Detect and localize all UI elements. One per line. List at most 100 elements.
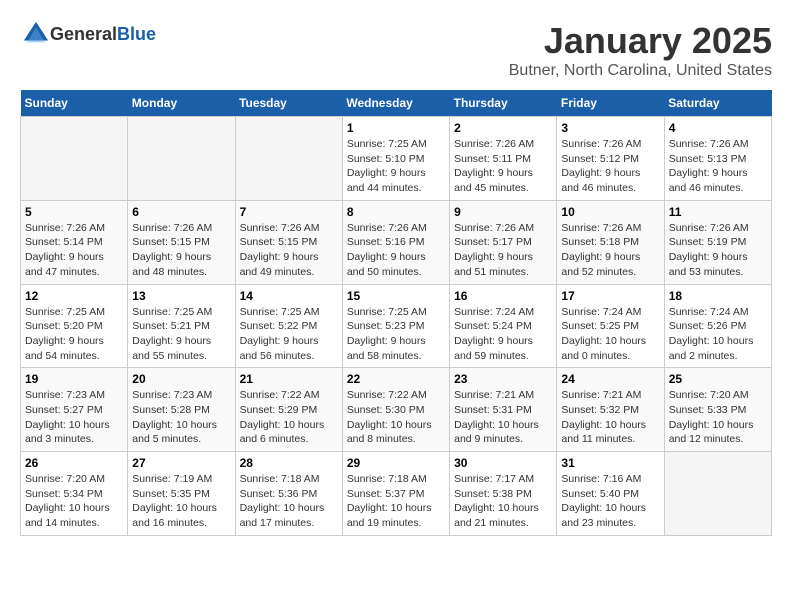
calendar-cell: 16Sunrise: 7:24 AM Sunset: 5:24 PM Dayli… bbox=[450, 284, 557, 368]
day-number: 13 bbox=[132, 289, 230, 303]
day-number: 27 bbox=[132, 456, 230, 470]
day-info: Sunrise: 7:26 AM Sunset: 5:16 PM Dayligh… bbox=[347, 221, 445, 280]
day-number: 31 bbox=[561, 456, 659, 470]
day-info: Sunrise: 7:20 AM Sunset: 5:34 PM Dayligh… bbox=[25, 472, 123, 531]
calendar-cell: 18Sunrise: 7:24 AM Sunset: 5:26 PM Dayli… bbox=[664, 284, 771, 368]
header-thursday: Thursday bbox=[450, 90, 557, 117]
day-number: 9 bbox=[454, 205, 552, 219]
day-number: 15 bbox=[347, 289, 445, 303]
day-number: 25 bbox=[669, 372, 767, 386]
calendar-cell bbox=[235, 117, 342, 201]
day-info: Sunrise: 7:26 AM Sunset: 5:14 PM Dayligh… bbox=[25, 221, 123, 280]
calendar-cell: 15 Sunrise: 7:25 AM Sunset: 5:23 PM Dayli… bbox=[342, 284, 449, 368]
calendar-cell: 25 Sunrise: 7:20 AM Sunset: 5:33 PM Dayli… bbox=[664, 368, 771, 452]
day-number: 30 bbox=[454, 456, 552, 470]
day-number: 21 bbox=[240, 372, 338, 386]
calendar-cell: 2 Sunrise: 7:26 AM Sunset: 5:11 PM Daylig… bbox=[450, 117, 557, 201]
logo-text-blue: Blue bbox=[117, 24, 156, 44]
calendar-cell: 10 Sunrise: 7:26 AM Sunset: 5:18 PM Dayli… bbox=[557, 200, 664, 284]
logo: GeneralBlue bbox=[20, 20, 156, 48]
calendar-cell: 22 Sunrise: 7:22 AM Sunset: 5:30 PM Dayli… bbox=[342, 368, 449, 452]
calendar-cell bbox=[21, 117, 128, 201]
calendar-cell: 30 Sunrise: 7:17 AM Sunset: 5:38 PM Dayli… bbox=[450, 452, 557, 536]
day-info: Sunrise: 7:21 AM Sunset: 5:32 PM Dayligh… bbox=[561, 388, 659, 447]
calendar-cell: 11Sunrise: 7:26 AM Sunset: 5:19 PM Dayli… bbox=[664, 200, 771, 284]
calendar-cell: 27 Sunrise: 7:19 AM Sunset: 5:35 PM Dayli… bbox=[128, 452, 235, 536]
day-number: 6 bbox=[132, 205, 230, 219]
calendar-week-2: 5 Sunrise: 7:26 AM Sunset: 5:14 PM Daylig… bbox=[21, 200, 772, 284]
day-info: Sunrise: 7:25 AM Sunset: 5:22 PM Dayligh… bbox=[240, 305, 338, 364]
day-number: 5 bbox=[25, 205, 123, 219]
calendar-cell: 9 Sunrise: 7:26 AM Sunset: 5:17 PM Daylig… bbox=[450, 200, 557, 284]
day-number: 1 bbox=[347, 121, 445, 135]
day-info: Sunrise: 7:26 AM Sunset: 5:19 PM Dayligh… bbox=[669, 221, 767, 280]
header-tuesday: Tuesday bbox=[235, 90, 342, 117]
calendar-cell: 1 Sunrise: 7:25 AM Sunset: 5:10 PM Daylig… bbox=[342, 117, 449, 201]
calendar-cell: 12 Sunrise: 7:25 AM Sunset: 5:20 PM Dayli… bbox=[21, 284, 128, 368]
day-info: Sunrise: 7:25 AM Sunset: 5:20 PM Dayligh… bbox=[25, 305, 123, 364]
header-monday: Monday bbox=[128, 90, 235, 117]
calendar-cell: 5 Sunrise: 7:26 AM Sunset: 5:14 PM Daylig… bbox=[21, 200, 128, 284]
calendar-cell: 31 Sunrise: 7:16 AM Sunset: 5:40 PM Dayli… bbox=[557, 452, 664, 536]
day-info: Sunrise: 7:26 AM Sunset: 5:13 PM Dayligh… bbox=[669, 137, 767, 196]
day-info: Sunrise: 7:16 AM Sunset: 5:40 PM Dayligh… bbox=[561, 472, 659, 531]
calendar-cell: 14 Sunrise: 7:25 AM Sunset: 5:22 PM Dayli… bbox=[235, 284, 342, 368]
day-number: 10 bbox=[561, 205, 659, 219]
day-info: Sunrise: 7:22 AM Sunset: 5:30 PM Dayligh… bbox=[347, 388, 445, 447]
day-number: 4 bbox=[669, 121, 767, 135]
day-info: Sunrise: 7:26 AM Sunset: 5:11 PM Dayligh… bbox=[454, 137, 552, 196]
day-number: 24 bbox=[561, 372, 659, 386]
calendar-subtitle: Butner, North Carolina, United States bbox=[509, 62, 772, 80]
day-info: Sunrise: 7:17 AM Sunset: 5:38 PM Dayligh… bbox=[454, 472, 552, 531]
day-info: Sunrise: 7:25 AM Sunset: 5:21 PM Dayligh… bbox=[132, 305, 230, 364]
calendar-cell: 6 Sunrise: 7:26 AM Sunset: 5:15 PM Daylig… bbox=[128, 200, 235, 284]
header-wednesday: Wednesday bbox=[342, 90, 449, 117]
calendar-cell: 24 Sunrise: 7:21 AM Sunset: 5:32 PM Dayli… bbox=[557, 368, 664, 452]
header: GeneralBlue January 2025 Butner, North C… bbox=[20, 20, 772, 80]
day-info: Sunrise: 7:23 AM Sunset: 5:28 PM Dayligh… bbox=[132, 388, 230, 447]
calendar-cell: 29Sunrise: 7:18 AM Sunset: 5:37 PM Dayli… bbox=[342, 452, 449, 536]
day-number: 14 bbox=[240, 289, 338, 303]
day-info: Sunrise: 7:25 AM Sunset: 5:10 PM Dayligh… bbox=[347, 137, 445, 196]
day-info: Sunrise: 7:20 AM Sunset: 5:33 PM Dayligh… bbox=[669, 388, 767, 447]
day-info: Sunrise: 7:26 AM Sunset: 5:12 PM Dayligh… bbox=[561, 137, 659, 196]
day-number: 20 bbox=[132, 372, 230, 386]
day-info: Sunrise: 7:26 AM Sunset: 5:15 PM Dayligh… bbox=[132, 221, 230, 280]
day-info: Sunrise: 7:26 AM Sunset: 5:15 PM Dayligh… bbox=[240, 221, 338, 280]
calendar-week-4: 19 Sunrise: 7:23 AM Sunset: 5:27 PM Dayli… bbox=[21, 368, 772, 452]
calendar-cell bbox=[664, 452, 771, 536]
day-number: 28 bbox=[240, 456, 338, 470]
calendar-cell: 26Sunrise: 7:20 AM Sunset: 5:34 PM Dayli… bbox=[21, 452, 128, 536]
calendar-cell: 7Sunrise: 7:26 AM Sunset: 5:15 PM Daylig… bbox=[235, 200, 342, 284]
calendar-cell: 28Sunrise: 7:18 AM Sunset: 5:36 PM Dayli… bbox=[235, 452, 342, 536]
day-info: Sunrise: 7:22 AM Sunset: 5:29 PM Dayligh… bbox=[240, 388, 338, 447]
day-number: 19 bbox=[25, 372, 123, 386]
day-info: Sunrise: 7:25 AM Sunset: 5:23 PM Dayligh… bbox=[347, 305, 445, 364]
day-info: Sunrise: 7:26 AM Sunset: 5:18 PM Dayligh… bbox=[561, 221, 659, 280]
logo-text-general: General bbox=[50, 24, 117, 44]
day-number: 2 bbox=[454, 121, 552, 135]
calendar-cell bbox=[128, 117, 235, 201]
day-info: Sunrise: 7:23 AM Sunset: 5:27 PM Dayligh… bbox=[25, 388, 123, 447]
day-info: Sunrise: 7:18 AM Sunset: 5:37 PM Dayligh… bbox=[347, 472, 445, 531]
day-number: 16 bbox=[454, 289, 552, 303]
header-friday: Friday bbox=[557, 90, 664, 117]
day-number: 22 bbox=[347, 372, 445, 386]
calendar-cell: 19 Sunrise: 7:23 AM Sunset: 5:27 PM Dayli… bbox=[21, 368, 128, 452]
day-number: 12 bbox=[25, 289, 123, 303]
calendar-cell: 23Sunrise: 7:21 AM Sunset: 5:31 PM Dayli… bbox=[450, 368, 557, 452]
day-info: Sunrise: 7:19 AM Sunset: 5:35 PM Dayligh… bbox=[132, 472, 230, 531]
title-section: January 2025 Butner, North Carolina, Uni… bbox=[509, 20, 772, 80]
header-row: Sunday Monday Tuesday Wednesday Thursday… bbox=[21, 90, 772, 117]
calendar-week-5: 26Sunrise: 7:20 AM Sunset: 5:34 PM Dayli… bbox=[21, 452, 772, 536]
calendar-cell: 17Sunrise: 7:24 AM Sunset: 5:25 PM Dayli… bbox=[557, 284, 664, 368]
calendar-cell: 3Sunrise: 7:26 AM Sunset: 5:12 PM Daylig… bbox=[557, 117, 664, 201]
calendar-week-3: 12 Sunrise: 7:25 AM Sunset: 5:20 PM Dayli… bbox=[21, 284, 772, 368]
day-info: Sunrise: 7:26 AM Sunset: 5:17 PM Dayligh… bbox=[454, 221, 552, 280]
calendar-cell: 13 Sunrise: 7:25 AM Sunset: 5:21 PM Dayli… bbox=[128, 284, 235, 368]
calendar-cell: 21 Sunrise: 7:22 AM Sunset: 5:29 PM Dayli… bbox=[235, 368, 342, 452]
header-sunday: Sunday bbox=[21, 90, 128, 117]
calendar-cell: 20 Sunrise: 7:23 AM Sunset: 5:28 PM Dayli… bbox=[128, 368, 235, 452]
day-info: Sunrise: 7:24 AM Sunset: 5:26 PM Dayligh… bbox=[669, 305, 767, 364]
calendar-cell: 8Sunrise: 7:26 AM Sunset: 5:16 PM Daylig… bbox=[342, 200, 449, 284]
